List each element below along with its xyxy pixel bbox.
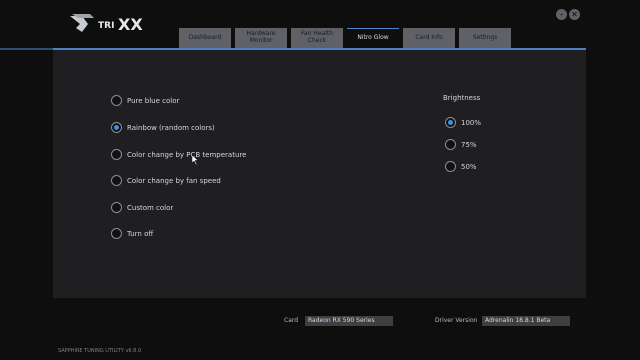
option-label: 50% bbox=[461, 162, 477, 171]
option-label: Pure blue color bbox=[127, 96, 180, 105]
nitro-glow-panel bbox=[53, 50, 586, 298]
mouse-pointer-icon bbox=[192, 155, 199, 165]
glow-option-turn-off[interactable]: Turn off bbox=[111, 228, 153, 239]
trixx-logo-graphic: TRI XX bbox=[70, 14, 143, 34]
brightness-title: Brightness bbox=[443, 94, 481, 102]
glow-option-custom-color[interactable]: Custom color bbox=[111, 202, 173, 213]
option-label: Custom color bbox=[127, 203, 174, 212]
radio-button[interactable] bbox=[111, 228, 122, 239]
option-label: Rainbow (random colors) bbox=[127, 123, 215, 132]
option-label: Color change by fan speed bbox=[127, 176, 221, 185]
svg-text:TRI: TRI bbox=[98, 21, 114, 31]
tab-dashboard[interactable]: Dashboard bbox=[179, 28, 231, 48]
option-label: 75% bbox=[461, 140, 477, 149]
trixx-logo: TRI XX bbox=[68, 12, 154, 34]
radio-button[interactable] bbox=[445, 139, 456, 150]
app-version: SAPPHIRE TUNING UTILITY v6.8.0 bbox=[58, 348, 142, 354]
close-icon: ✕ bbox=[571, 10, 578, 19]
brightness-option-75[interactable]: 75% bbox=[445, 139, 477, 150]
glow-option-pure-blue[interactable]: Pure blue color bbox=[111, 95, 179, 106]
radio-button[interactable] bbox=[111, 149, 122, 160]
card-label: Card bbox=[284, 317, 299, 324]
tab-settings[interactable]: Settings bbox=[459, 28, 511, 48]
radio-button[interactable] bbox=[111, 175, 122, 186]
radio-button[interactable] bbox=[111, 202, 122, 213]
tab-card-info[interactable]: Card Info bbox=[403, 28, 455, 48]
brightness-option-50[interactable]: 50% bbox=[445, 161, 477, 172]
glow-option-fan-speed[interactable]: Color change by fan speed bbox=[111, 175, 221, 186]
radio-button[interactable] bbox=[111, 95, 122, 106]
radio-button-selected[interactable] bbox=[445, 117, 456, 128]
option-label: Turn off bbox=[127, 229, 154, 238]
svg-text:XX: XX bbox=[118, 15, 143, 34]
option-label: 100% bbox=[461, 118, 482, 127]
header-divider-left bbox=[0, 48, 53, 50]
tab-hardware-monitor[interactable]: Hardware Monitor bbox=[235, 28, 287, 48]
radio-button-selected[interactable] bbox=[111, 122, 122, 133]
option-label: Color change by PCB temperature bbox=[127, 150, 247, 159]
main-tabs: Dashboard Hardware Monitor Fan Health Ch… bbox=[179, 28, 511, 48]
tab-nitro-glow[interactable]: Nitro Glow bbox=[347, 28, 399, 48]
tab-fan-health-check[interactable]: Fan Health Check bbox=[291, 28, 343, 48]
card-select[interactable]: Radeon RX 590 Series bbox=[305, 316, 393, 326]
driver-version-label: Driver Version bbox=[435, 317, 478, 324]
minimize-button[interactable]: – bbox=[556, 9, 567, 20]
minus-icon: – bbox=[559, 10, 564, 19]
driver-version-value: Adrenalin 18.8.1 Beta bbox=[482, 316, 570, 326]
close-button[interactable]: ✕ bbox=[569, 9, 580, 20]
glow-option-rainbow[interactable]: Rainbow (random colors) bbox=[111, 122, 215, 133]
radio-button[interactable] bbox=[445, 161, 456, 172]
glow-option-pcb-temperature[interactable]: Color change by PCB temperature bbox=[111, 149, 246, 160]
brightness-option-100[interactable]: 100% bbox=[445, 117, 481, 128]
